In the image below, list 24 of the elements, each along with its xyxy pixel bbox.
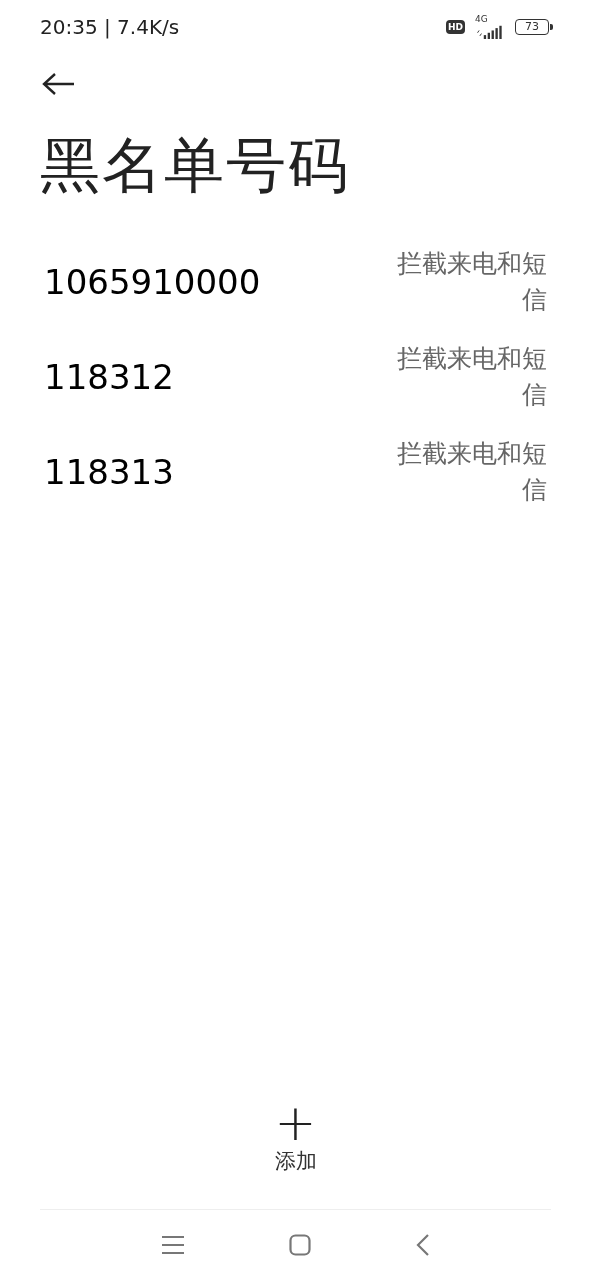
back-arrow-icon bbox=[42, 72, 76, 96]
back-nav-button[interactable] bbox=[415, 1233, 430, 1257]
home-button[interactable] bbox=[288, 1234, 311, 1256]
blacklist-row[interactable]: 118312 拦截来电和短信 bbox=[0, 329, 591, 424]
status-time: 20:35 | 7.4K/s bbox=[40, 15, 180, 39]
block-mode: 拦截来电和短信 bbox=[396, 247, 547, 316]
block-mode: 拦截来电和短信 bbox=[396, 342, 547, 411]
chevron-left-icon bbox=[415, 1233, 430, 1257]
network-label: 4G bbox=[475, 15, 488, 24]
block-mode: 拦截来电和短信 bbox=[396, 437, 547, 506]
blacklist-row[interactable]: 118313 拦截来电和短信 bbox=[0, 424, 591, 519]
blacklist-row[interactable]: 1065910000 拦截来电和短信 bbox=[0, 234, 591, 329]
battery-level: 73 bbox=[525, 21, 539, 33]
page-title: 黑名单号码 bbox=[40, 130, 351, 200]
phone-number: 118313 bbox=[44, 451, 174, 492]
add-button[interactable]: + 添加 bbox=[274, 1105, 317, 1175]
phone-number: 118312 bbox=[44, 356, 174, 397]
phone-number: 1065910000 bbox=[44, 261, 261, 302]
plus-icon: + bbox=[274, 1105, 317, 1141]
back-button[interactable] bbox=[42, 72, 76, 96]
square-icon bbox=[288, 1234, 311, 1256]
menu-button[interactable] bbox=[161, 1235, 184, 1255]
menu-icon bbox=[161, 1235, 184, 1255]
hd-badge: HD bbox=[446, 20, 465, 34]
